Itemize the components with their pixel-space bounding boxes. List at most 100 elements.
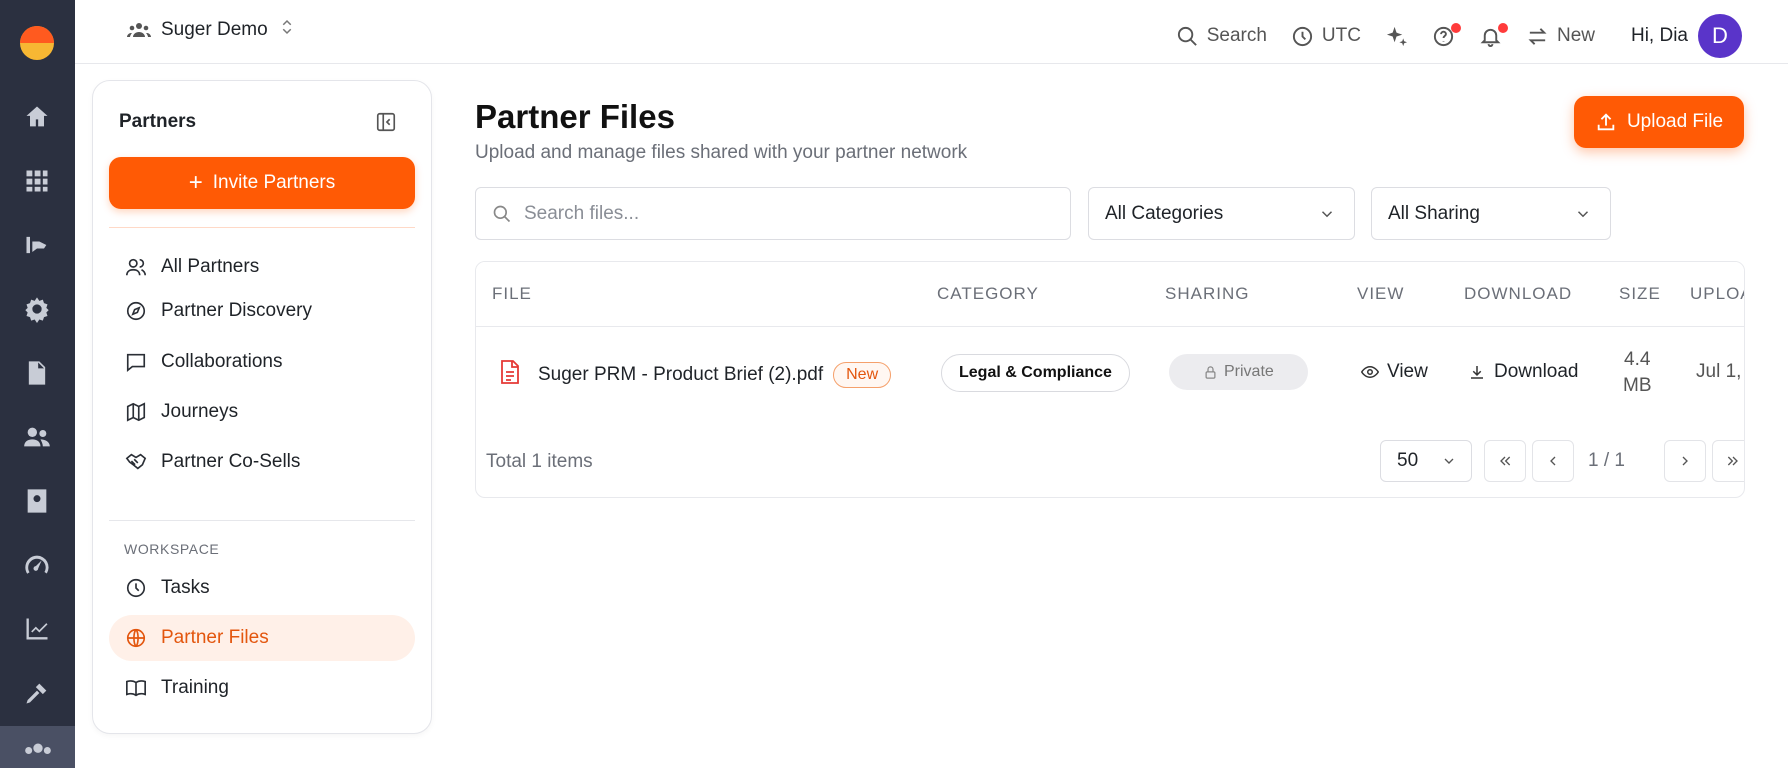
prev-page-button[interactable]: [1532, 440, 1574, 482]
files-table: FILE CATEGORY SHARING VIEW DOWNLOAD SIZE…: [475, 261, 1745, 498]
sharing-label: Private: [1224, 363, 1274, 380]
plus-icon: +: [188, 169, 203, 196]
workspace-section-label: WORKSPACE: [124, 541, 220, 557]
upload-icon: [1597, 113, 1615, 131]
sharing-filter-value: All Sharing: [1388, 202, 1480, 224]
view-button[interactable]: View: [1361, 361, 1428, 383]
new-button[interactable]: New: [1526, 25, 1595, 48]
divider: [109, 227, 415, 228]
sidebar-item-label: Partner Files: [161, 627, 269, 648]
upload-file-button[interactable]: Upload File: [1574, 96, 1744, 148]
timezone-button[interactable]: UTC: [1291, 25, 1361, 48]
invite-partners-button[interactable]: + Invite Partners: [109, 157, 415, 209]
chevron-down-icon: [1444, 458, 1454, 464]
sharing-filter-select[interactable]: All Sharing: [1371, 187, 1611, 240]
users-icon[interactable]: [22, 422, 52, 452]
sidebar-item-collaborations[interactable]: Collaborations: [109, 339, 415, 385]
sidebar-item-training[interactable]: Training: [109, 665, 415, 711]
ai-sparkle-button[interactable]: [1385, 25, 1408, 48]
uploaded-cell: Jul 1, 2: [1696, 361, 1744, 382]
download-button[interactable]: Download: [1468, 361, 1579, 383]
next-page-button[interactable]: [1664, 440, 1706, 482]
avatar[interactable]: D: [1698, 14, 1742, 58]
workspace-name: Suger Demo: [161, 19, 268, 40]
home-icon[interactable]: [22, 102, 52, 132]
document-icon[interactable]: [22, 358, 52, 388]
globe-icon: [126, 628, 146, 648]
collapse-sidebar-button[interactable]: [375, 111, 397, 133]
sidebar-item-label: Training: [161, 677, 229, 698]
column-header-size[interactable]: SIZE: [1619, 284, 1661, 304]
category-pill: Legal & Compliance: [941, 354, 1130, 392]
chevron-left-icon: [1550, 456, 1556, 466]
apps-grid-icon[interactable]: [22, 166, 52, 196]
help-notification-dot: [1450, 22, 1461, 33]
column-header-sharing[interactable]: SHARING: [1165, 284, 1249, 304]
first-page-button[interactable]: [1484, 440, 1526, 482]
file-cell[interactable]: Suger PRM - Product Brief (2).pdf New: [498, 359, 892, 391]
handshake-offer-icon[interactable]: [22, 230, 52, 260]
analytics-icon[interactable]: [22, 614, 52, 644]
sidebar-item-partner-files[interactable]: Partner Files: [109, 615, 415, 661]
column-header-uploaded[interactable]: UPLOA: [1690, 284, 1744, 304]
search-input[interactable]: [524, 202, 1044, 225]
speedometer-icon[interactable]: [22, 550, 52, 580]
upload-file-label: Upload File: [1626, 111, 1724, 132]
clock-icon: [126, 578, 146, 598]
sidebar-item-journeys[interactable]: Journeys: [109, 389, 415, 435]
invite-partners-label: Invite Partners: [212, 172, 336, 193]
notification-dot: [1497, 22, 1508, 33]
chevron-right-icon: [1682, 456, 1688, 466]
page-size-select[interactable]: 50: [1380, 440, 1472, 482]
search-icon: [493, 205, 511, 222]
sidebar-item-tasks[interactable]: Tasks: [109, 565, 415, 611]
sidebar-item-label: Journeys: [161, 401, 239, 422]
file-name[interactable]: Suger PRM - Product Brief (2).pdf: [538, 364, 823, 386]
book-open-icon: [126, 680, 146, 697]
partners-sidebar: Partners + Invite Partners All Partners …: [92, 80, 432, 734]
partners-rail-icon[interactable]: [0, 726, 75, 768]
pdf-file-icon: [498, 359, 522, 391]
chevron-down-icon: [1321, 210, 1333, 217]
workspace-switcher[interactable]: Suger Demo: [127, 18, 296, 42]
clock-icon: [1292, 26, 1312, 46]
sidebar-item-partner-co-sells[interactable]: Partner Co-Sells: [109, 439, 415, 485]
column-header-file[interactable]: FILE: [492, 284, 532, 304]
chevron-updown-icon: [278, 18, 296, 42]
category-filter-select[interactable]: All Categories: [1088, 187, 1355, 240]
page-info: 1 / 1: [1588, 450, 1625, 471]
sharing-pill[interactable]: Private: [1169, 354, 1308, 390]
sparkle-icon: [1386, 26, 1408, 46]
team-icon: [127, 23, 151, 37]
user-greeting: Hi, Dia: [1630, 25, 1688, 46]
eye-icon: [1361, 365, 1379, 379]
tools-icon[interactable]: [22, 678, 52, 708]
column-header-category[interactable]: CATEGORY: [937, 284, 1039, 304]
app-logo-icon[interactable]: [20, 26, 54, 60]
help-button[interactable]: [1432, 22, 1461, 48]
size-cell: 4.4 MB: [1623, 347, 1652, 399]
page-subtitle: Upload and manage files shared with your…: [475, 142, 968, 163]
download-icon: [1471, 366, 1483, 379]
sidebar-item-label: Tasks: [161, 577, 210, 598]
size-value: 4.4: [1624, 349, 1651, 370]
compass-icon: [126, 301, 146, 321]
table-row[interactable]: Suger PRM - Product Brief (2).pdf New Le…: [476, 327, 1744, 419]
column-header-download: DOWNLOAD: [1464, 284, 1573, 303]
notifications-button[interactable]: [1479, 22, 1508, 48]
gear-icon[interactable]: [22, 294, 52, 324]
divider: [109, 520, 415, 521]
swap-arrows-icon: [1528, 27, 1547, 45]
sidebar-item-all-partners[interactable]: All Partners: [109, 244, 415, 290]
sidebar-item-partner-discovery[interactable]: Partner Discovery: [109, 288, 415, 334]
chevrons-right-icon: [1727, 456, 1738, 466]
sidebar-item-label: Partner Co-Sells: [161, 451, 301, 472]
total-items: Total 1 items: [486, 451, 593, 472]
new-badge: New: [833, 362, 892, 388]
search-files-field[interactable]: [475, 187, 1071, 240]
handshake-icon: [125, 453, 147, 470]
search-button[interactable]: Search: [1176, 25, 1267, 48]
sidebar-item-label: Collaborations: [161, 351, 283, 372]
contact-card-icon[interactable]: [22, 486, 52, 516]
last-page-button[interactable]: [1712, 440, 1744, 482]
